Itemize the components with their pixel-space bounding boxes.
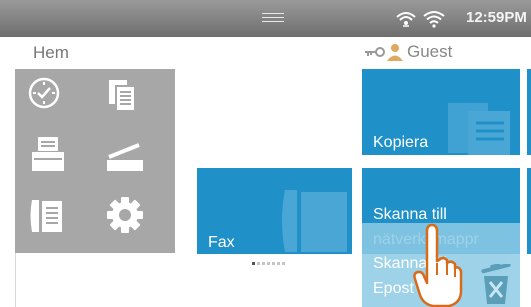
status-icons (395, 9, 445, 29)
page-dot (262, 262, 265, 265)
person-icon (387, 44, 403, 61)
fax-tile-graphic-icon (282, 190, 347, 252)
page-dot (267, 262, 270, 265)
page-dot (272, 262, 275, 265)
tile-fax-label: Fax (208, 234, 235, 251)
tile-next-page-peek-2[interactable] (527, 168, 531, 254)
documents-icon[interactable] (107, 78, 137, 112)
clock: 12:59PM (466, 9, 527, 26)
page-dot (282, 262, 285, 265)
wifi-direct-icon (396, 12, 416, 27)
divider (15, 253, 16, 307)
scanner-icon[interactable] (105, 143, 145, 173)
page-title: Hem (33, 43, 69, 62)
page-dot-active (252, 262, 255, 265)
page-dot (257, 262, 260, 265)
tile-fax[interactable]: Fax (197, 168, 352, 254)
page-dot (277, 262, 280, 265)
status-bar: 12:59PM (0, 0, 531, 37)
page-indicator (252, 262, 285, 265)
user-login-area[interactable]: Guest (364, 42, 452, 62)
app-dock (15, 69, 175, 253)
user-name: Guest (407, 42, 453, 61)
trash-drop-icon[interactable] (479, 264, 513, 304)
tile-copy-label: Kopiera (373, 134, 429, 151)
tile-next-page-peek-1[interactable] (527, 69, 531, 155)
job-status-icon[interactable] (27, 76, 61, 110)
touch-hand-icon (413, 223, 463, 307)
settings-gear-icon[interactable] (106, 196, 144, 234)
wifi-icon (423, 11, 445, 28)
pull-down-handle[interactable] (262, 13, 284, 22)
address-book-icon[interactable] (28, 197, 64, 235)
tile-copy[interactable]: Kopiera (362, 69, 520, 155)
printer-icon[interactable] (30, 135, 66, 173)
key-icon (365, 47, 385, 57)
copy-tile-graphic-icon (448, 103, 510, 155)
